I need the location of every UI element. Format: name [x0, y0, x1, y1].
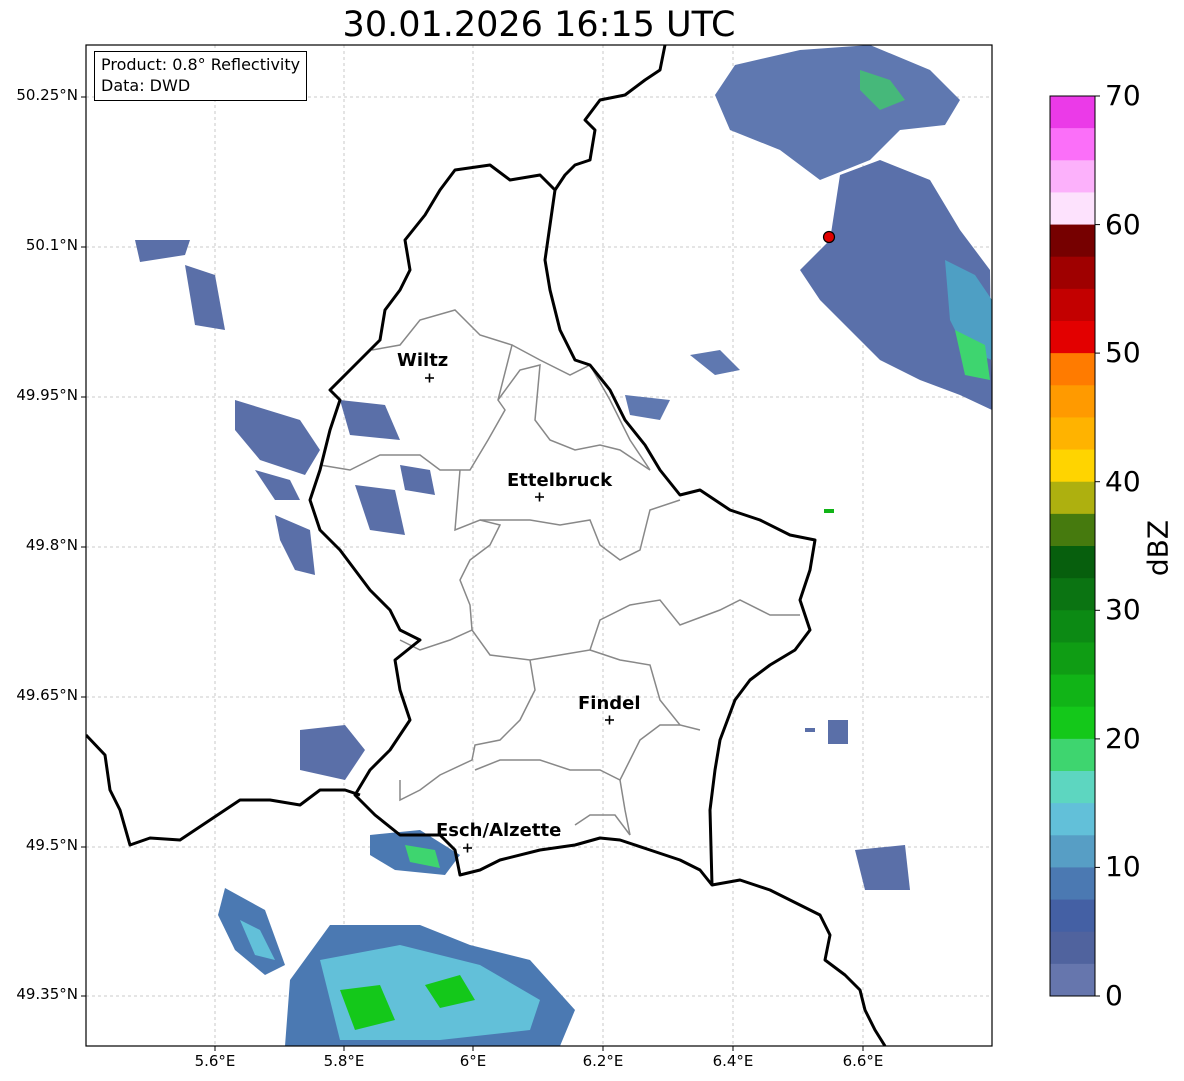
country-borders [86, 45, 887, 1046]
colorbar-ticks [1095, 95, 1100, 997]
lat-label: 49.65°N [16, 686, 78, 704]
colorbar-segment [1050, 899, 1095, 933]
colorbar-segment [1050, 578, 1095, 611]
colorbar-segment [1050, 771, 1095, 804]
colorbar-segment [1050, 385, 1095, 418]
colorbar-segment [1050, 224, 1095, 258]
colorbar-segment [1050, 867, 1095, 901]
colorbar-segment [1050, 417, 1095, 451]
echo-ne-6 [690, 350, 740, 375]
colorbar-segment [1050, 963, 1095, 997]
colorbar-label: dBZ [1141, 519, 1175, 577]
city-label-findel: Findel [578, 693, 641, 714]
colorbar-tick-label: 0 [1105, 979, 1123, 1012]
echo-sw-1 [300, 725, 365, 780]
colorbar-segment [1050, 513, 1095, 547]
colorbar-segment [1050, 321, 1095, 354]
canton-boundaries [319, 309, 800, 836]
colorbar-segment [1050, 931, 1095, 965]
lat-label: 49.95°N [16, 386, 78, 404]
data-source-label: Data: DWD [101, 76, 191, 95]
echo-w-5 [340, 400, 400, 440]
colorbar-segment [1050, 128, 1095, 161]
colorbar-segment [1050, 288, 1095, 322]
echo-w-1 [185, 265, 225, 330]
colorbar [1050, 96, 1095, 997]
colorbar-segment [1050, 738, 1095, 772]
colorbar-tick-label: 50 [1105, 336, 1141, 369]
echo-w-6 [355, 485, 405, 535]
colorbar-tick-label: 40 [1105, 465, 1141, 498]
lon-label: 6.2°E [582, 1052, 624, 1070]
product-label: Product: 0.8° Reflectivity [101, 55, 301, 74]
echo-se-2 [805, 720, 848, 744]
lon-ticks [214, 1046, 864, 1051]
echo-w-4 [275, 515, 315, 575]
echo-w-3 [255, 470, 300, 500]
city-markers [425, 373, 614, 853]
colorbar-segment [1050, 449, 1095, 483]
colorbar-segment [1050, 835, 1095, 868]
lat-label: 49.5°N [25, 836, 78, 854]
colorbar-segment [1050, 642, 1095, 676]
echo-se-1 [855, 845, 910, 890]
echo-e-small [824, 509, 834, 513]
radar-site-marker [822, 230, 836, 244]
lon-label: 5.6°E [194, 1052, 236, 1070]
colorbar-segment [1050, 96, 1095, 129]
lat-ticks [81, 96, 86, 997]
colorbar-tick-label: 10 [1105, 850, 1141, 883]
city-label-ettelbruck: Ettelbruck [507, 470, 613, 491]
echo-w-8 [135, 240, 190, 262]
colorbar-segment [1050, 160, 1095, 193]
colorbar-segment [1050, 256, 1095, 290]
lon-label: 6.6°E [842, 1052, 884, 1070]
echo-ne-7 [625, 395, 670, 420]
lat-label: 50.25°N [16, 86, 78, 104]
colorbar-segment [1050, 674, 1095, 708]
lon-label: 6.4°E [712, 1052, 754, 1070]
colorbar-segment [1050, 192, 1095, 226]
colorbar-segment [1050, 546, 1095, 579]
city-label-wiltz: Wiltz [397, 350, 449, 371]
lon-label: 5.8°E [323, 1052, 365, 1070]
echo-w-7 [400, 465, 435, 495]
colorbar-segment [1050, 481, 1095, 515]
lat-label: 49.35°N [16, 985, 78, 1003]
colorbar-segment [1050, 803, 1095, 836]
colorbar-tick-label: 30 [1105, 593, 1141, 626]
echo-ne-1 [715, 45, 960, 180]
colorbar-segment [1050, 353, 1095, 386]
colorbar-tick-label: 70 [1105, 79, 1141, 112]
lon-label: 6°E [459, 1052, 487, 1070]
radar-map [81, 44, 1100, 1051]
lat-label: 49.8°N [25, 536, 78, 554]
colorbar-segment [1050, 610, 1095, 643]
colorbar-tick-label: 20 [1105, 722, 1141, 755]
colorbar-tick-label: 60 [1105, 208, 1141, 241]
radar-echoes [135, 45, 992, 1046]
echo-w-2 [235, 400, 320, 475]
city-label-esch-alzette: Esch/Alzette [436, 820, 562, 841]
lat-label: 50.1°N [25, 236, 78, 254]
colorbar-segment [1050, 706, 1095, 740]
product-info-box: Product: 0.8° Reflectivity Data: DWD [94, 51, 308, 101]
